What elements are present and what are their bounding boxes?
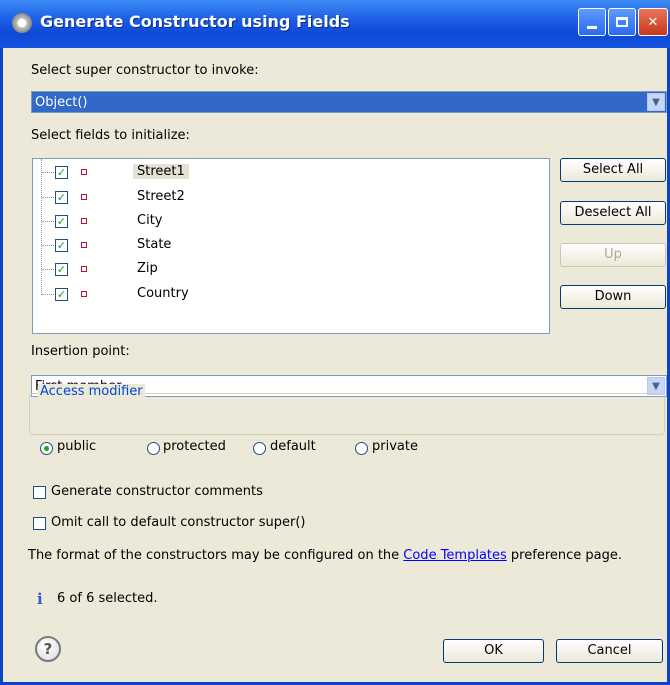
generate-comments-checkbox[interactable] (33, 486, 46, 499)
super-constructor-select[interactable]: Object() ▼ (31, 91, 667, 113)
field-checkbox[interactable]: ✓ (55, 191, 68, 204)
radio-default-label: default (270, 439, 316, 454)
dialog-window: Generate Constructor using Fields ✕ Sele… (0, 0, 670, 685)
dialog-content: Select super constructor to invoke: Obje… (3, 48, 667, 682)
field-name: Country (137, 286, 189, 301)
field-icon (81, 218, 87, 224)
tree-row[interactable]: ✓ Country (33, 283, 549, 305)
super-constructor-label: Select super constructor to invoke: (31, 63, 259, 78)
chevron-down-icon[interactable]: ▼ (647, 93, 665, 111)
radio-private[interactable] (355, 442, 368, 455)
down-button[interactable]: Down (560, 285, 666, 309)
super-constructor-value: Object() (35, 95, 88, 110)
field-icon (81, 169, 87, 175)
field-name: State (137, 237, 172, 252)
status-text: 6 of 6 selected. (57, 591, 158, 606)
field-checkbox[interactable]: ✓ (55, 288, 68, 301)
field-checkbox[interactable]: ✓ (55, 263, 68, 276)
tree-row[interactable]: ✓ Street1 (33, 161, 549, 183)
minimize-icon (587, 25, 597, 29)
fields-label: Select fields to initialize: (31, 128, 190, 143)
field-checkbox[interactable]: ✓ (55, 239, 68, 252)
access-modifier-title: Access modifier (38, 384, 145, 399)
generate-comments-label: Generate constructor comments (51, 484, 263, 499)
select-all-button[interactable]: Select All (560, 158, 666, 182)
field-name: Zip (137, 261, 158, 276)
fields-tree[interactable]: ✓ Street1 ✓ Street2 ✓ City ✓ State ✓ Zip… (32, 158, 550, 334)
maximize-button[interactable] (608, 8, 636, 36)
tree-row[interactable]: ✓ Street2 (33, 186, 549, 208)
field-icon (81, 242, 87, 248)
field-checkbox[interactable]: ✓ (55, 215, 68, 228)
radio-private-label: private (372, 439, 418, 454)
title-bar[interactable]: Generate Constructor using Fields ✕ (0, 0, 670, 48)
radio-public[interactable] (40, 442, 53, 455)
tree-connector (42, 221, 54, 222)
tree-connector (42, 245, 54, 246)
radio-default[interactable] (253, 442, 266, 455)
deselect-all-button[interactable]: Deselect All (560, 201, 666, 225)
maximize-icon (616, 17, 628, 27)
radio-protected[interactable] (147, 442, 160, 455)
field-name: Street2 (137, 189, 185, 204)
cancel-button[interactable]: Cancel (556, 639, 663, 663)
field-icon (81, 266, 87, 272)
tree-connector (42, 269, 54, 270)
access-modifier-group (29, 393, 665, 435)
help-icon[interactable]: ? (35, 636, 61, 662)
format-note-before: The format of the constructors may be co… (28, 548, 404, 563)
info-icon: i (37, 590, 43, 608)
format-note-after: preference page. (506, 548, 622, 563)
field-checkbox[interactable]: ✓ (55, 166, 68, 179)
format-note: The format of the constructors may be co… (28, 548, 622, 563)
tree-connector (42, 172, 54, 173)
eclipse-icon (12, 13, 32, 33)
radio-public-label: public (57, 439, 97, 454)
close-icon: ✕ (647, 14, 659, 30)
ok-button[interactable]: OK (443, 639, 544, 663)
insertion-point-label: Insertion point: (31, 344, 130, 359)
tree-row[interactable]: ✓ City (33, 210, 549, 232)
dialog-title: Generate Constructor using Fields (40, 12, 350, 31)
up-button[interactable]: Up (560, 243, 666, 267)
radio-protected-label: protected (163, 439, 226, 454)
close-button[interactable]: ✕ (638, 8, 668, 36)
field-name: City (137, 213, 163, 228)
field-name: Street1 (133, 164, 189, 179)
tree-row[interactable]: ✓ State (33, 234, 549, 256)
field-icon (81, 194, 87, 200)
tree-row[interactable]: ✓ Zip (33, 258, 549, 280)
tree-connector (42, 294, 54, 295)
omit-super-label: Omit call to default constructor super() (51, 515, 306, 530)
field-icon (81, 291, 87, 297)
tree-connector (42, 197, 54, 198)
code-templates-link[interactable]: Code Templates (403, 548, 507, 563)
omit-super-checkbox[interactable] (33, 517, 46, 530)
minimize-button[interactable] (578, 8, 606, 36)
